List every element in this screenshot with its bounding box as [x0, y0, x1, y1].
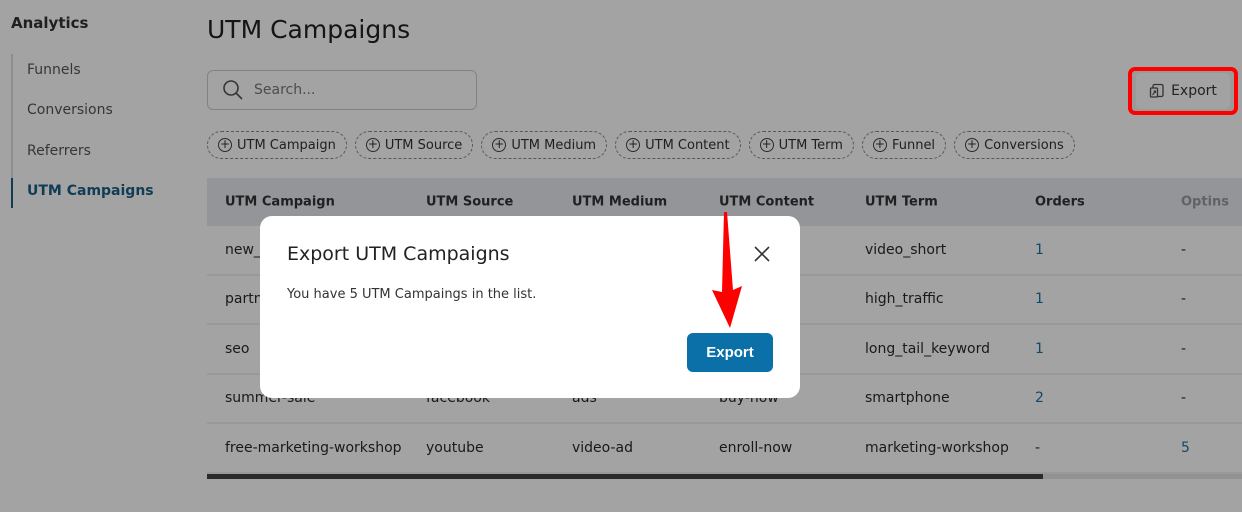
export-label: Export [1171, 83, 1217, 99]
export-highlight: Export [1128, 67, 1238, 115]
export-button[interactable]: Export [1136, 73, 1230, 109]
modal-export-button[interactable]: Export [687, 333, 773, 372]
export-file-icon [1149, 83, 1164, 98]
modal-title: Export UTM Campaigns [287, 243, 510, 265]
red-arrow-annotation [712, 212, 742, 328]
modal-message: You have 5 UTM Campaings in the list. [287, 287, 537, 302]
